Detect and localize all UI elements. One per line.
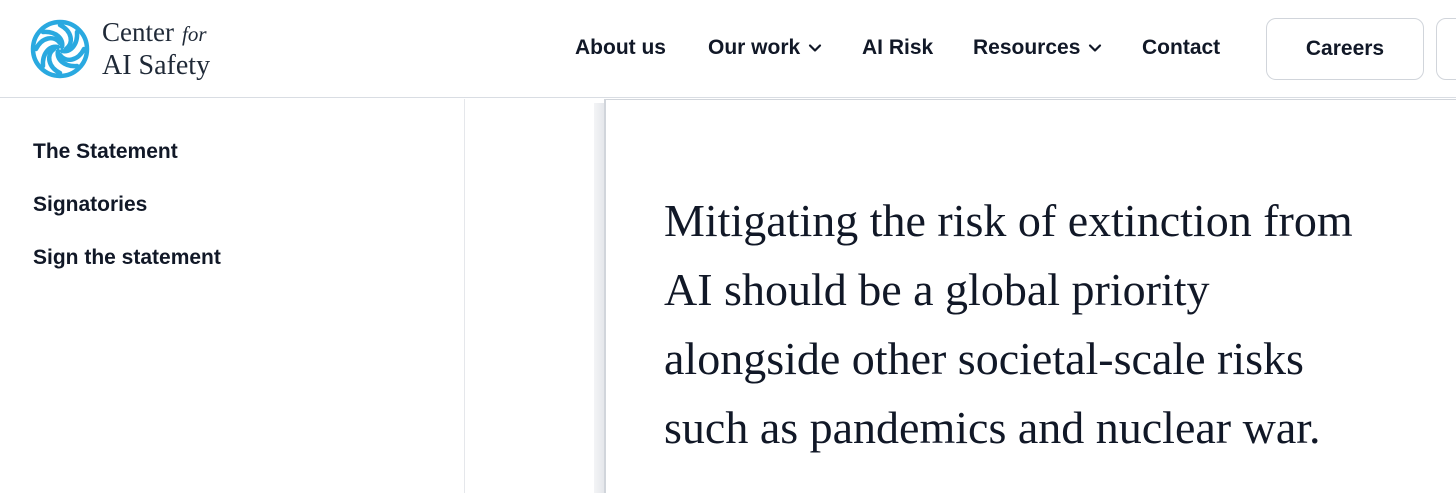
nav-about-us[interactable]: About us bbox=[575, 36, 666, 60]
statement-card: Mitigating the risk of extinction from A… bbox=[604, 99, 1456, 493]
statement-sidebar: The Statement Signatories Sign the state… bbox=[0, 99, 465, 493]
nav-about-us-label: About us bbox=[575, 36, 666, 59]
statement-line: Mitigating the risk of extinction from bbox=[664, 195, 1353, 246]
logo-line1: Center bbox=[102, 17, 174, 47]
sidebar-item-signatories[interactable]: Signatories bbox=[33, 193, 147, 217]
site-header: Center for AI Safety About us Our work A… bbox=[0, 0, 1456, 98]
nav-ai-risk-label: AI Risk bbox=[862, 36, 934, 59]
header-edge-button[interactable] bbox=[1436, 18, 1456, 80]
cais-logo-icon bbox=[30, 19, 90, 79]
nav-resources[interactable]: Resources bbox=[973, 36, 1102, 60]
nav-our-work-label: Our work bbox=[708, 36, 801, 59]
nav-our-work[interactable]: Our work bbox=[708, 36, 822, 60]
nav-ai-risk[interactable]: AI Risk bbox=[862, 36, 933, 60]
site-logo[interactable]: Center for AI Safety bbox=[28, 16, 210, 82]
statement-text: Mitigating the risk of extinction from A… bbox=[664, 186, 1456, 462]
chevron-down-icon bbox=[809, 44, 822, 52]
logo-wordmark: Center for AI Safety bbox=[102, 16, 210, 82]
statement-line: AI should be a global priority bbox=[664, 264, 1210, 315]
chevron-down-icon bbox=[1089, 44, 1102, 52]
statement-line: such as pandemics and nuclear war. bbox=[664, 402, 1321, 453]
sidebar-item-the-statement[interactable]: The Statement bbox=[33, 140, 178, 164]
sidebar-item-sign-the-statement[interactable]: Sign the statement bbox=[33, 246, 221, 270]
careers-button[interactable]: Careers bbox=[1266, 18, 1424, 80]
statement-line: alongside other societal-scale risks bbox=[664, 333, 1304, 384]
careers-button-label: Careers bbox=[1305, 37, 1385, 60]
nav-contact-label: Contact bbox=[1142, 36, 1221, 59]
nav-resources-label: Resources bbox=[973, 36, 1081, 59]
card-shadow bbox=[594, 103, 604, 493]
logo-line1-suffix: for bbox=[181, 22, 207, 46]
logo-line2: AI Safety bbox=[102, 50, 211, 81]
nav-contact[interactable]: Contact bbox=[1142, 36, 1220, 60]
